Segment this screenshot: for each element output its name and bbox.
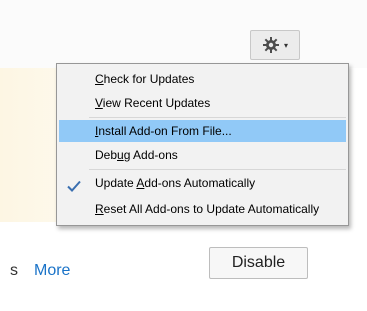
menu-separator <box>89 117 346 118</box>
menu-item-reset-all-add-ons[interactable]: Reset All Add-ons to Update Automaticall… <box>59 198 346 220</box>
tools-menu-button[interactable]: ▾ <box>250 30 300 60</box>
menu-item-install-add-on-from-file[interactable]: Install Add-on From File... <box>59 120 346 142</box>
menu-item-label: g Add-ons <box>123 148 178 162</box>
menu-item-label-pre: Deb <box>95 148 118 162</box>
menu-item-accelerator: C <box>95 72 104 86</box>
menu-item-label: iew Recent Updates <box>102 96 211 110</box>
menu-separator <box>89 169 346 170</box>
menu-item-check-for-updates[interactable]: Check for Updates <box>59 68 346 90</box>
menu-item-accelerator: R <box>95 202 104 216</box>
disable-button[interactable]: Disable <box>209 247 308 279</box>
more-link[interactable]: More <box>34 262 70 280</box>
tools-dropdown-menu: Check for Updates View Recent Updates In… <box>56 63 349 226</box>
menu-item-label: heck for Updates <box>103 72 195 86</box>
menu-item-label: dd-ons Automatically <box>144 176 256 190</box>
menu-item-accelerator: V <box>95 96 103 110</box>
addon-description-fragment: s <box>10 262 18 279</box>
chevron-down-icon: ▾ <box>283 41 288 50</box>
gear-icon <box>262 36 280 54</box>
menu-item-view-recent-updates[interactable]: View Recent Updates <box>59 92 346 114</box>
menu-item-label: nstall Add-on From File... <box>98 124 232 138</box>
menu-item-label-pre: Update <box>95 176 137 190</box>
menu-item-debug-add-ons[interactable]: Debug Add-ons <box>59 144 346 166</box>
menu-item-update-add-ons-automatically[interactable]: Update Add-ons Automatically <box>59 172 346 194</box>
checkmark-icon <box>67 177 81 192</box>
menu-item-label: eset All Add-ons to Update Automatically <box>103 202 320 216</box>
menu-item-accelerator: u <box>117 148 124 162</box>
